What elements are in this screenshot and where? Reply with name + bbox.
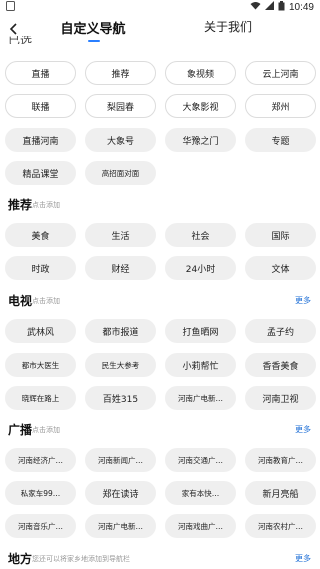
- tab-custom-nav[interactable]: 自定义导航: [56, 18, 130, 37]
- radio-more-link[interactable]: 更多: [295, 424, 311, 435]
- status-icons: 10:49: [250, 0, 314, 14]
- chip-tv[interactable]: 百姓315: [85, 386, 156, 410]
- chip-radio[interactable]: 河南经济广…: [5, 448, 76, 472]
- chip-selected[interactable]: 联播: [5, 94, 76, 118]
- chip-recommend[interactable]: 文体: [245, 256, 316, 280]
- chip-tv[interactable]: 都市报道: [85, 319, 156, 343]
- chip-tv[interactable]: 民生大参考: [85, 353, 156, 377]
- chip-recommend[interactable]: 国际: [245, 223, 316, 247]
- chip-tv[interactable]: 晓辉在路上: [5, 386, 76, 410]
- chip-recommend[interactable]: 社会: [165, 223, 236, 247]
- wifi-icon: [250, 1, 261, 13]
- chip-recommend[interactable]: 财经: [85, 256, 156, 280]
- notification-icon: [6, 1, 16, 11]
- chip-selected[interactable]: 直播河南: [5, 128, 76, 152]
- radio-section-title: 广播: [8, 423, 33, 437]
- chip-radio[interactable]: 家有本快…: [165, 481, 236, 505]
- local-more-link[interactable]: 更多: [295, 553, 311, 564]
- tv-more-link[interactable]: 更多: [295, 295, 311, 306]
- local-section-title: 地方: [8, 552, 33, 566]
- chip-selected[interactable]: 精品课堂: [5, 161, 76, 185]
- chip-selected[interactable]: 云上河南: [245, 61, 316, 85]
- battery-icon: [278, 0, 285, 14]
- chip-radio[interactable]: 河南新闻广…: [85, 448, 156, 472]
- chip-tv[interactable]: 都市大医生: [5, 353, 76, 377]
- chip-tv[interactable]: 香香美食: [245, 353, 316, 377]
- chip-selected[interactable]: 郑州: [245, 94, 316, 118]
- radio-section-hint: 点击添加: [32, 426, 60, 434]
- chip-radio[interactable]: 私家车99…: [5, 481, 76, 505]
- chip-selected[interactable]: 直播: [5, 61, 76, 85]
- chip-recommend[interactable]: 美食: [5, 223, 76, 247]
- tab-about-us[interactable]: 关于我们: [196, 18, 260, 35]
- chip-radio[interactable]: 郑在读诗: [85, 481, 156, 505]
- chip-radio[interactable]: 河南交通广…: [165, 448, 236, 472]
- chevron-left-icon: [9, 23, 17, 35]
- chip-selected[interactable]: 专题: [245, 128, 316, 152]
- chip-selected[interactable]: 梨园春: [85, 94, 156, 118]
- tv-section-hint: 点击添加: [32, 297, 60, 305]
- status-bar: 10:49: [0, 0, 320, 14]
- chip-recommend[interactable]: 时政: [5, 256, 76, 280]
- tv-section-title: 电视: [8, 294, 33, 308]
- chip-tv[interactable]: 小莉帮忙: [165, 353, 236, 377]
- chip-selected[interactable]: 高招面对面: [85, 161, 156, 185]
- chip-recommend[interactable]: 24小时: [165, 256, 236, 280]
- chip-selected[interactable]: 推荐: [85, 61, 156, 85]
- chip-radio[interactable]: 河南广电新…: [85, 514, 156, 538]
- chip-radio[interactable]: 新月亮船: [245, 481, 316, 505]
- status-time: 10:49: [288, 1, 314, 13]
- recommend-section-title: 推荐: [8, 198, 33, 212]
- chip-radio[interactable]: 河南音乐广…: [5, 514, 76, 538]
- tab-indicator: [88, 40, 100, 42]
- chip-tv[interactable]: 孟子约: [245, 319, 316, 343]
- chip-selected[interactable]: 华豫之门: [165, 128, 236, 152]
- local-section-hint: 您还可以将家乡地添加到导航栏: [32, 555, 130, 563]
- chip-selected[interactable]: 大象号: [85, 128, 156, 152]
- chip-tv[interactable]: 武林风: [5, 319, 76, 343]
- chip-selected[interactable]: 象视频: [165, 61, 236, 85]
- chip-tv[interactable]: 打鱼晒网: [165, 319, 236, 343]
- signal-icon: [264, 1, 274, 13]
- recommend-section-hint: 点击添加: [32, 201, 60, 209]
- chip-radio[interactable]: 河南农村广…: [245, 514, 316, 538]
- chip-tv[interactable]: 河南卫视: [245, 386, 316, 410]
- chip-radio[interactable]: 河南戏曲广…: [165, 514, 236, 538]
- chip-recommend[interactable]: 生活: [85, 223, 156, 247]
- chip-tv[interactable]: 河南广电新…: [165, 386, 236, 410]
- header: 自定义导航 关于我们: [0, 14, 320, 44]
- chip-radio[interactable]: 河南教育广…: [245, 448, 316, 472]
- selected-section-title: 已选: [8, 36, 33, 44]
- chip-selected[interactable]: 大象影视: [165, 94, 236, 118]
